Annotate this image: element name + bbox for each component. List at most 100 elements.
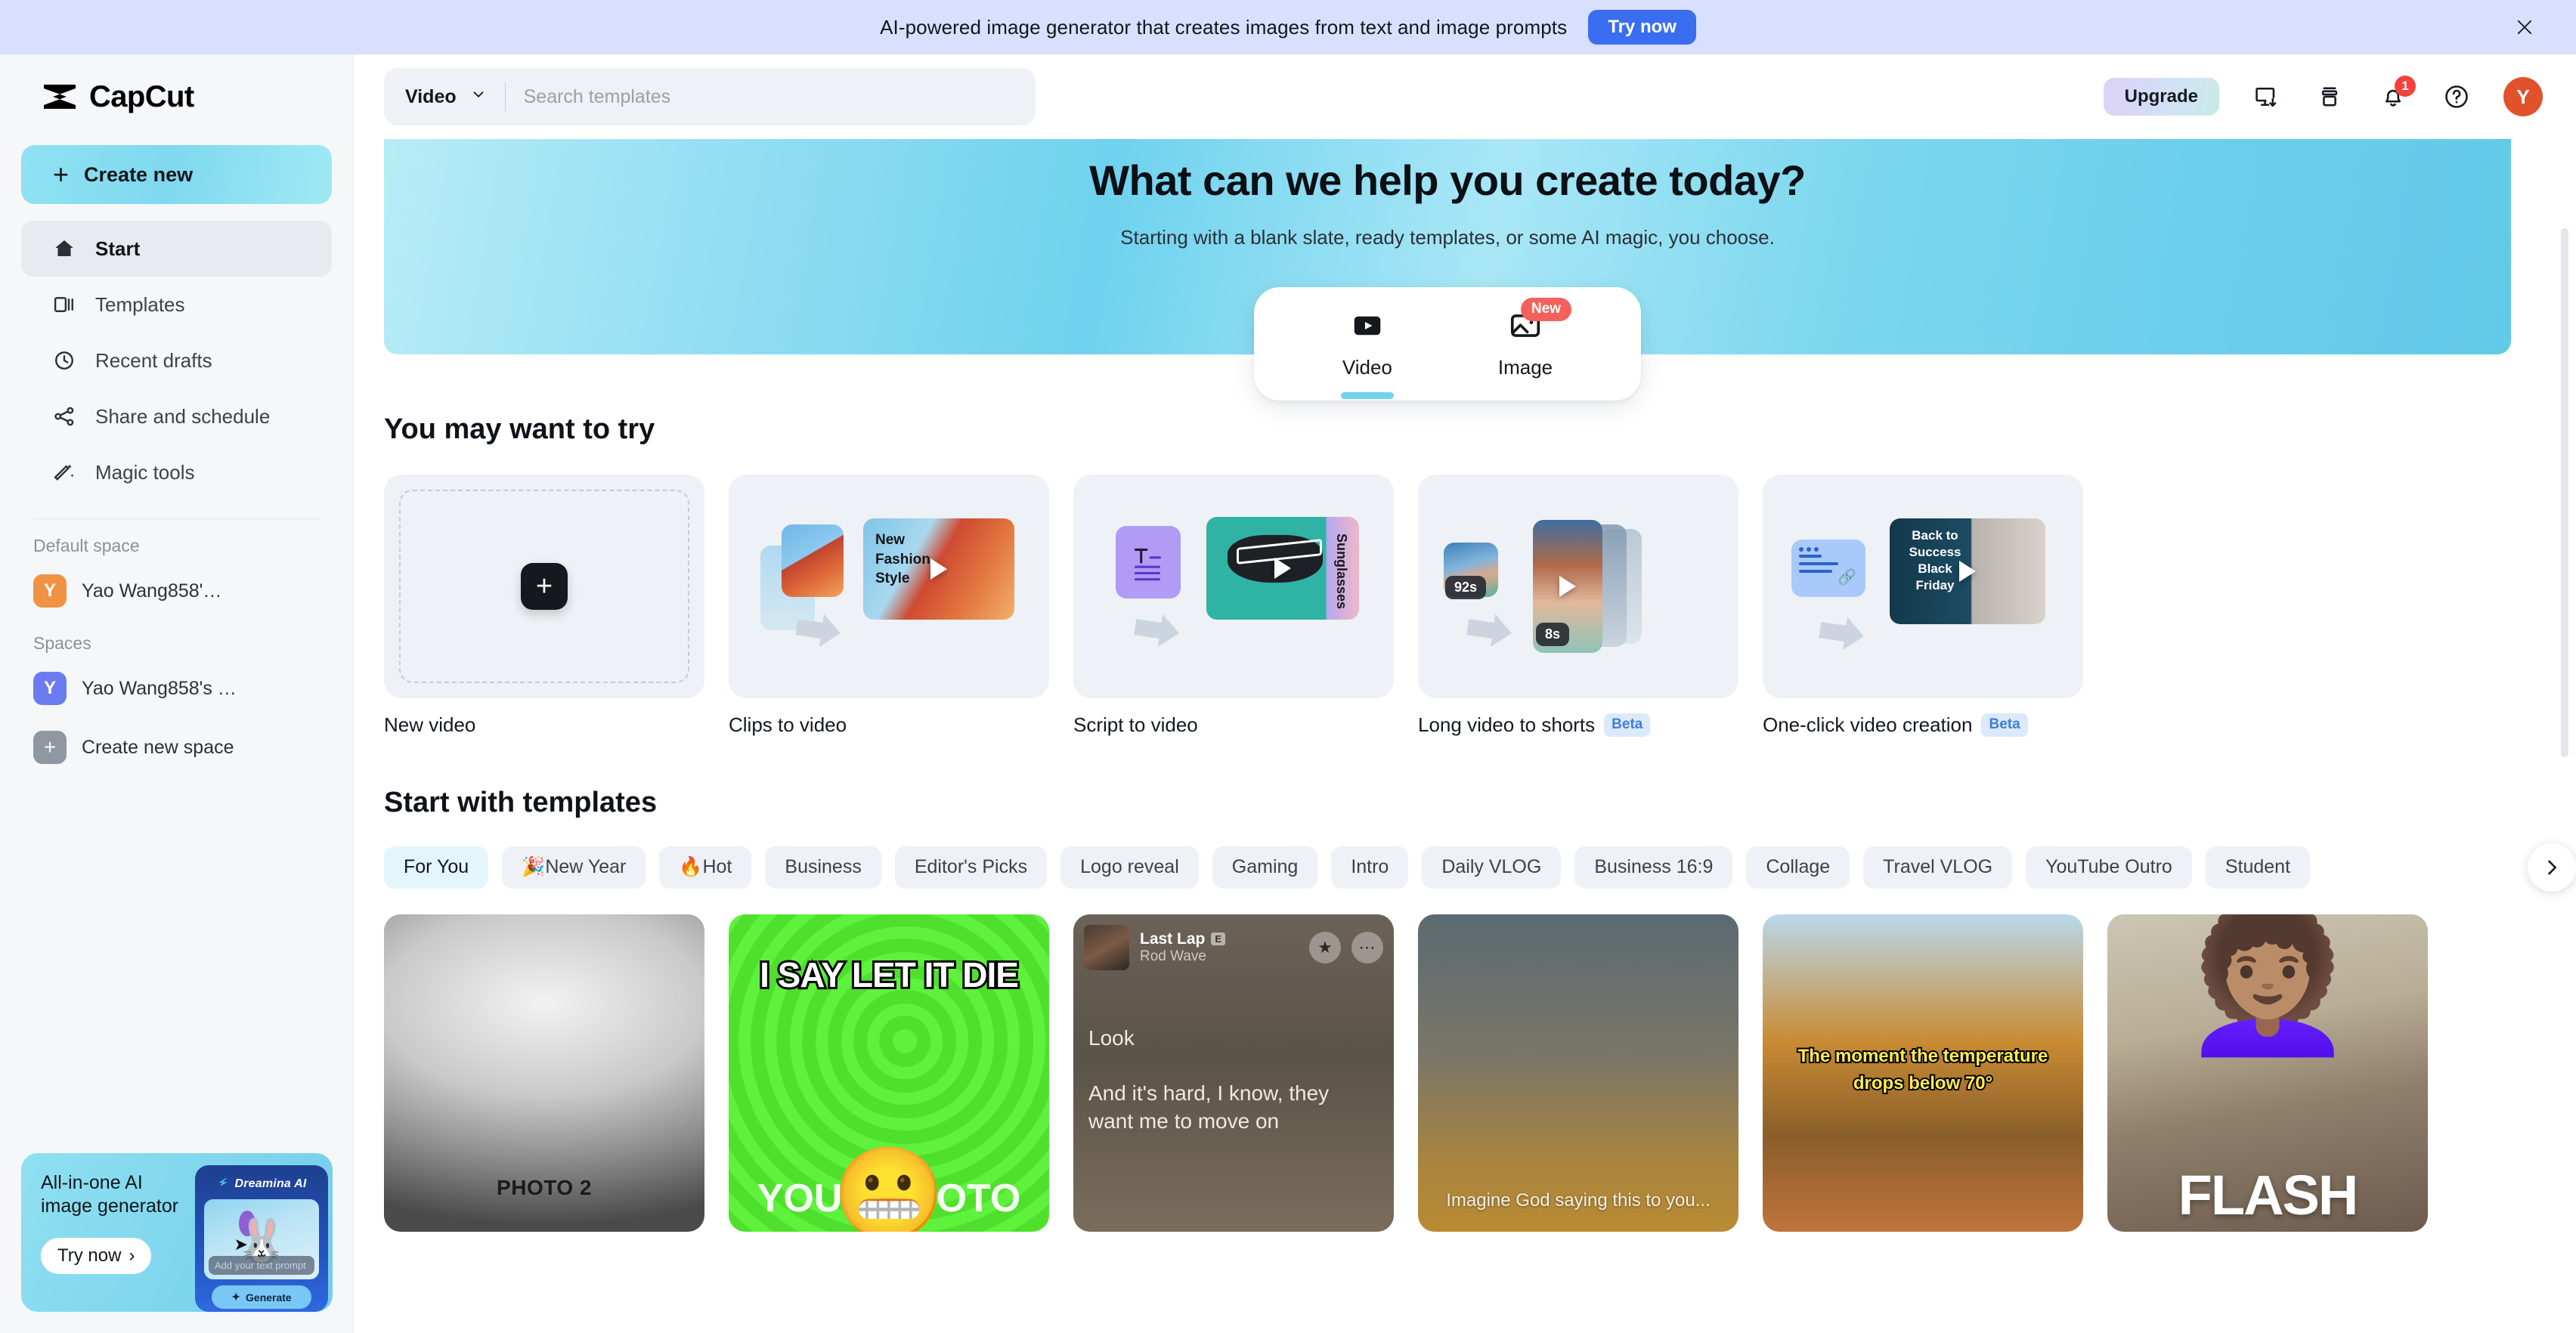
create-new-button[interactable]: + Create new (21, 145, 332, 204)
chevron-right-icon[interactable] (2528, 843, 2576, 892)
sidebar-item-templates[interactable]: Templates (21, 277, 332, 332)
dreamina-preview: Dreamina AI 🐰 ➤ Add your text prompt ✦ G… (195, 1165, 328, 1312)
try-card-label: New video (384, 713, 476, 736)
template-overlay-text: PHOTO 2 (497, 1175, 592, 1199)
album-art (1084, 924, 1129, 970)
chip-intro[interactable]: Intro (1331, 846, 1409, 889)
chip-logo-reveal[interactable]: Logo reveal (1060, 846, 1199, 889)
promo-banner: AI-powered image generator that creates … (0, 0, 2576, 54)
dreamina-thumbnail: 🐰 ➤ Add your text prompt (204, 1199, 319, 1279)
sidebar-promo-try-now-button[interactable]: Try now › (41, 1238, 152, 1274)
star-icon[interactable]: ★ (1309, 931, 1341, 963)
try-card-one-click-video-creation[interactable]: 🔗 ⮕ Back to Success Black Friday One-cli… (1763, 475, 2083, 737)
try-card-script-to-video[interactable]: ⮕ Sunglasses Script to video (1073, 475, 1394, 737)
hero-banner: What can we help you create today? Start… (384, 139, 2511, 401)
download-desktop-icon[interactable] (2249, 80, 2283, 113)
chip-student[interactable]: Student (2205, 846, 2311, 889)
template-card-3[interactable]: Imagine God saying this to you... (1418, 914, 1738, 1232)
chip-gaming[interactable]: Gaming (1212, 846, 1318, 889)
close-icon[interactable] (2509, 12, 2540, 42)
song-title: Last Lap (1140, 929, 1206, 948)
brand-name: CapCut (89, 79, 194, 113)
user-avatar[interactable]: Y (2503, 77, 2543, 116)
chip-daily-vlog[interactable]: Daily VLOG (1422, 846, 1562, 889)
dreamina-prompt-input[interactable]: Add your text prompt (209, 1256, 314, 1275)
template-card-4[interactable]: The moment the temperature drops below 7… (1763, 914, 2083, 1232)
try-card-label: Clips to video (729, 713, 847, 736)
sidebar-promo-cta-label: Try now (57, 1245, 122, 1266)
sidebar-promo-card[interactable]: All-in-one AI image generator Try now › … (21, 1153, 333, 1312)
archive-box-icon[interactable] (2313, 80, 2346, 113)
try-card-label-wrap: New video (384, 713, 704, 737)
try-card-art: ⮕ New Fashion Style (729, 475, 1049, 698)
template-card-0[interactable]: PHOTO 2 (384, 914, 704, 1232)
create-mode-card: Video New Image (1254, 287, 1641, 401)
help-circle-icon[interactable] (2440, 80, 2473, 113)
arrow-right-icon: ⮕ (1129, 601, 1184, 663)
default-space-item[interactable]: Y Yao Wang858'… (21, 565, 332, 617)
create-new-space-item[interactable]: + Create new space (21, 722, 332, 773)
sidebar-promo-left: All-in-one AI image generator Try now › (21, 1153, 195, 1312)
beta-badge: Beta (1981, 713, 2028, 737)
mode-tab-image[interactable]: New Image (1498, 298, 1571, 379)
avatar: Y (33, 574, 67, 608)
chip-travel-vlog[interactable]: Travel VLOG (1863, 846, 2013, 889)
try-card-label: Long video to shorts (1418, 713, 1596, 736)
duration-chip-source: 92s (1445, 576, 1487, 599)
share-icon (51, 404, 77, 429)
avatar: Y (33, 672, 67, 705)
search-category-label: Video (405, 85, 457, 107)
try-card-art: ⮕ Sunglasses (1073, 475, 1394, 698)
space-item-0[interactable]: Y Yao Wang858's … (21, 663, 332, 714)
chip-business-16-9[interactable]: Business 16:9 (1574, 846, 1733, 889)
try-card-row: + New video ⮕ New Fashion Style Clips to… (384, 475, 2511, 737)
dreamina-generate-button[interactable]: ✦ Generate (212, 1285, 311, 1309)
sidebar-item-magic-tools[interactable]: Magic tools (21, 444, 332, 500)
sidebar-item-label-magic-tools: Magic tools (95, 460, 195, 484)
brand-logo[interactable]: CapCut (21, 54, 332, 139)
portrait-illustration: 👩🏽‍🦱 (2178, 914, 2358, 1059)
sidebar-item-share-and-schedule[interactable]: Share and schedule (21, 388, 332, 444)
template-card-1[interactable]: I SAY LET IT DIE YOUR PHOTO 😬 (729, 914, 1049, 1232)
vertical-scrollbar[interactable] (2561, 228, 2568, 757)
chip-new-year[interactable]: 🎉New Year (502, 846, 646, 889)
chip-hot[interactable]: 🔥Hot (659, 846, 752, 889)
create-new-label: Create new (84, 162, 194, 186)
sidebar-item-start[interactable]: Start (21, 221, 332, 277)
search-category-dropdown[interactable]: Video (405, 86, 487, 108)
script-to-video-art: ⮕ Sunglasses (1073, 475, 1394, 698)
try-card-art: + (384, 475, 704, 698)
promo-try-now-button[interactable]: Try now (1588, 10, 1696, 45)
search-divider (504, 82, 506, 111)
try-card-clips-to-video[interactable]: ⮕ New Fashion Style Clips to video (729, 475, 1049, 737)
try-card-new-video[interactable]: + New video (384, 475, 704, 737)
more-options-icon[interactable]: ⋯ (1351, 931, 1383, 963)
promo-banner-text: AI-powered image generator that creates … (880, 15, 1568, 39)
plus-icon: + (521, 563, 568, 610)
upgrade-button[interactable]: Upgrade (2103, 78, 2219, 116)
mode-tab-video[interactable]: Video (1342, 308, 1392, 379)
dreamina-generate-label: Generate (246, 1291, 292, 1304)
dreamina-brand-label: Dreamina AI (234, 1177, 307, 1190)
main-content: Video Upgrade (354, 54, 2576, 1333)
plus-icon: + (33, 731, 67, 764)
arrow-right-icon: ⮕ (1461, 601, 1517, 663)
beta-badge: Beta (1604, 713, 1651, 737)
sidebar-item-recent-drafts[interactable]: Recent drafts (21, 332, 332, 388)
chip-for-you[interactable]: For You (384, 846, 489, 889)
template-card-5[interactable]: 👩🏽‍🦱 FLASH (2107, 914, 2428, 1232)
sidebar-divider (33, 518, 320, 519)
chevron-down-icon (470, 86, 487, 108)
character-illustration: 😬 (832, 1143, 946, 1232)
magic-wand-icon (51, 459, 77, 485)
clips-to-video-art: ⮕ New Fashion Style (729, 475, 1049, 698)
template-overlay-text: I SAY LET IT DIE (757, 954, 1021, 995)
chip-youtube-outro[interactable]: YouTube Outro (2026, 846, 2192, 889)
chip-editors-picks[interactable]: Editor's Picks (894, 846, 1048, 889)
chip-collage[interactable]: Collage (1746, 846, 1850, 889)
search-input[interactable] (523, 85, 1014, 108)
template-card-2[interactable]: Last Lap E Rod Wave ★ ⋯ Look And it's ha… (1073, 914, 1394, 1232)
notifications-bell-icon[interactable]: 1 (2376, 76, 2416, 113)
try-card-long-video-to-shorts[interactable]: 92s ⮕ 8s Long video to shorts Beta (1418, 475, 1738, 737)
chip-business[interactable]: Business (765, 846, 881, 889)
